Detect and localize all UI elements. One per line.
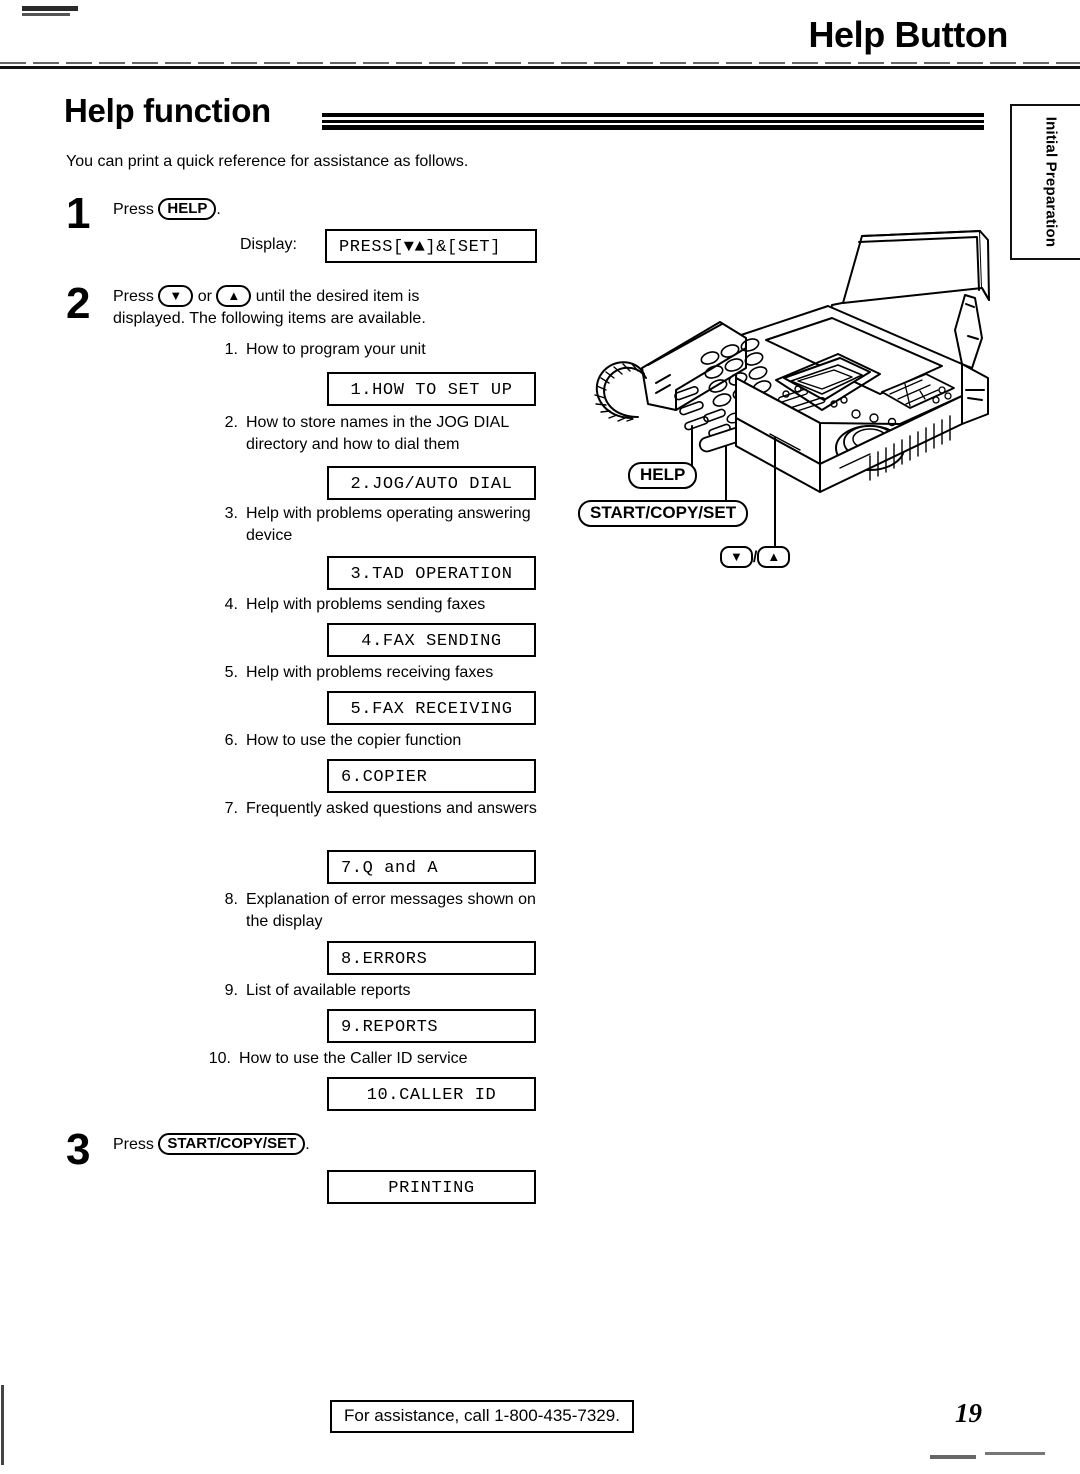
scan-artifact-top-left (22, 6, 78, 11)
help-item-7-number: 7. (224, 800, 238, 817)
help-item-4-text: Help with problems sending faxes (246, 596, 486, 613)
step-2-text: Press ▼ or ▲ until the desired item is d… (113, 285, 533, 329)
step-3-period: . (305, 1136, 310, 1153)
scan-artifact-bottom-right-2 (985, 1452, 1045, 1455)
lcd-help-item-4: 4.FAX SENDING (327, 623, 536, 657)
help-item-7: 7. Frequently asked questions and answer… (208, 798, 538, 820)
help-item-4: 4. Help with problems sending faxes (208, 594, 548, 616)
start-copy-set-button-keycap[interactable]: START/COPY/SET (158, 1133, 306, 1155)
manual-page: Help Button Initial Preparation Help fun… (0, 0, 1080, 1474)
page-number: 19 (955, 1398, 982, 1428)
lcd-press-set: PRESS[▼▲]&[SET] (325, 229, 537, 263)
lcd-help-item-3: 3.TAD OPERATION (327, 556, 536, 590)
assistance-footer-box: For assistance, call 1-800-435-7329. (330, 1400, 634, 1433)
lcd-printing: PRINTING (327, 1170, 536, 1204)
lcd-help-item-1: 1.HOW TO SET UP (327, 372, 536, 406)
lcd-help-item-7: 7.Q and A (327, 850, 536, 884)
lcd-help-item-10: 10.CALLER ID (327, 1077, 536, 1111)
help-item-5-number: 5. (224, 664, 238, 681)
side-tab-label: Initial Preparation (1042, 116, 1060, 248)
help-item-10-text: How to use the Caller ID service (239, 1050, 468, 1067)
help-item-8-text: Explanation of error messages shown on t… (246, 891, 536, 930)
help-item-2-number: 2. (224, 414, 238, 431)
help-item-9: 9. List of available reports (208, 980, 538, 1002)
help-item-1-text: How to program your unit (246, 341, 426, 358)
callout-start-copy-set-button: START/COPY/SET (578, 500, 749, 527)
help-item-1-number: 1. (224, 341, 238, 358)
help-item-10-number: 10. (208, 1050, 231, 1067)
help-item-8-number: 8. (224, 891, 238, 908)
lcd-help-item-8: 8.ERRORS (327, 941, 536, 975)
step-2-press-label: Press (113, 288, 154, 305)
help-item-3-text: Help with problems operating answering d… (246, 505, 531, 544)
help-item-10: 10. How to use the Caller ID service (201, 1048, 546, 1070)
step-1-number: 1 (66, 189, 91, 238)
callout-help-button: HELP (628, 462, 698, 489)
callout-arrow-buttons: ▼ / ▲ (720, 546, 791, 568)
help-item-9-text: List of available reports (246, 982, 411, 999)
scan-artifact-left-edge (1, 1385, 4, 1465)
section-intro: You can print a quick reference for assi… (66, 153, 469, 170)
step-1-press-label: Press (113, 201, 154, 218)
up-arrow-button-keycap[interactable]: ▲ (216, 285, 252, 307)
step-2-text-line2: displayed. The following items are avail… (113, 309, 426, 327)
page-header-title: Help Button (808, 14, 1008, 55)
help-item-1: 1. How to program your unit (208, 339, 538, 361)
section-title-rule (322, 113, 984, 130)
header-rule (0, 66, 1080, 69)
help-item-2: 2. How to store names in the JOG DIAL di… (208, 412, 548, 455)
help-item-7-text: Frequently asked questions and answers (246, 800, 537, 817)
scan-artifact-bottom-right (930, 1455, 976, 1459)
lcd-help-item-9: 9.REPORTS (327, 1009, 536, 1043)
step-2-number: 2 (66, 279, 91, 328)
display-label: Display: (240, 236, 297, 253)
help-item-8: 8. Explanation of error messages shown o… (208, 889, 538, 932)
help-item-3: 3. Help with problems operating answerin… (208, 503, 538, 546)
lcd-help-item-5: 5.FAX RECEIVING (327, 691, 536, 725)
help-item-6: 6. How to use the copier function (208, 730, 548, 752)
header-rule-dashed (0, 62, 1080, 64)
scan-artifact-top-left-2 (22, 13, 70, 16)
help-item-4-number: 4. (224, 596, 238, 613)
lcd-help-item-2: 2.JOG/AUTO DIAL (327, 466, 536, 500)
fax-machine-illustration: HELP START/COPY/SET ▼ / ▲ (570, 218, 990, 598)
fax-machine-line-art (594, 230, 990, 555)
help-item-2-text: How to store names in the JOG DIAL direc… (246, 414, 509, 453)
step-3-press-label: Press (113, 1136, 154, 1153)
help-item-6-number: 6. (224, 732, 238, 749)
step-1-text: Press HELP. (113, 198, 221, 221)
step-3-text: Press START/COPY/SET. (113, 1133, 310, 1156)
step-1-period: . (216, 201, 221, 218)
callout-down-arrow-keycap: ▼ (720, 546, 753, 568)
help-item-9-number: 9. (224, 982, 238, 999)
side-tab-initial-preparation: Initial Preparation (1010, 104, 1080, 260)
help-item-6-text: How to use the copier function (246, 732, 462, 749)
callout-up-arrow-keycap: ▲ (757, 546, 791, 568)
help-item-5-text: Help with problems receiving faxes (246, 664, 494, 681)
section-title: Help function (64, 92, 271, 129)
step-2-or-label: or (197, 288, 212, 305)
help-button-keycap[interactable]: HELP (158, 198, 217, 220)
lcd-help-item-6: 6.COPIER (327, 759, 536, 793)
step-2-text-tail: until the desired item is (255, 288, 420, 305)
help-item-3-number: 3. (224, 505, 238, 522)
step-3-number: 3 (66, 1125, 91, 1174)
down-arrow-button-keycap[interactable]: ▼ (158, 285, 194, 307)
help-item-5: 5. Help with problems receiving faxes (208, 662, 548, 684)
